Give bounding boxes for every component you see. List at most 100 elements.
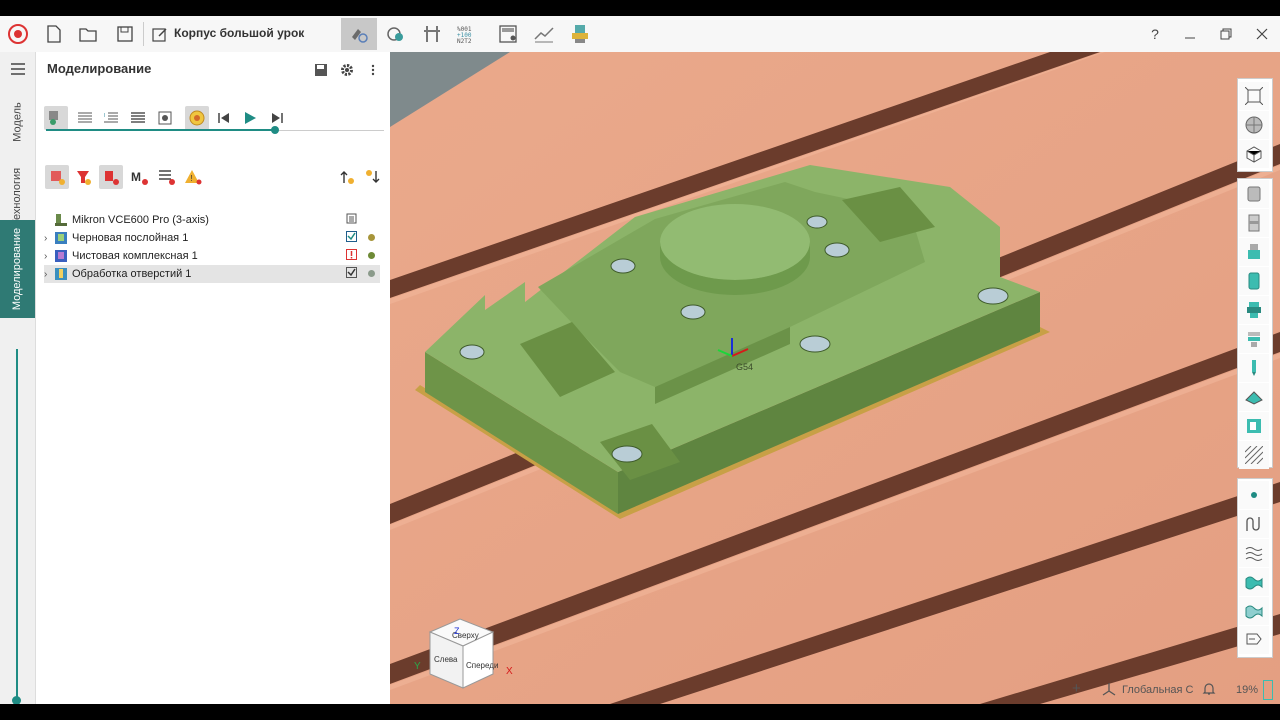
postprocess-tool-button[interactable] xyxy=(562,18,598,50)
finishing-operation-icon xyxy=(55,250,67,262)
surface-layers-icon[interactable] xyxy=(1239,539,1269,567)
m-code-icon[interactable]: M xyxy=(128,165,152,189)
help-button[interactable]: ? xyxy=(1143,22,1167,46)
sort-down-icon[interactable] xyxy=(361,165,385,189)
fixture-tool-button[interactable] xyxy=(414,18,450,50)
tree-row-operation-3[interactable]: › Обработка отверстий 1 xyxy=(44,265,380,283)
measure-tool-button[interactable] xyxy=(526,18,562,50)
gouge-check-icon[interactable] xyxy=(1239,626,1269,654)
title-bar: Корпус большой урок %001 +100 N2T2 ? xyxy=(0,16,1280,53)
tool-holder-icon[interactable] xyxy=(1239,180,1269,208)
save-icon[interactable] xyxy=(111,20,139,48)
calculator-tool-button[interactable] xyxy=(490,18,526,50)
simulation-tool-button[interactable] xyxy=(341,18,377,50)
nc-code-tool-button[interactable]: %001 +100 N2T2 xyxy=(452,18,488,50)
minimize-button[interactable] xyxy=(1178,22,1202,46)
vertical-slider-track[interactable] xyxy=(16,349,18,701)
hatch-pattern-icon[interactable] xyxy=(1239,441,1269,469)
more-options-icon[interactable] xyxy=(361,58,385,82)
operation-status-dot xyxy=(368,270,375,277)
viewcube-front[interactable]: Спереди xyxy=(466,661,498,670)
mode-select-icon[interactable] xyxy=(44,106,68,130)
holder-collision-icon[interactable] xyxy=(99,165,123,189)
sort-up-icon[interactable] xyxy=(335,165,359,189)
operation-status-dot xyxy=(368,234,375,241)
check-status-icon[interactable] xyxy=(346,231,357,242)
tree-label-operation-3: Обработка отверстий 1 xyxy=(72,268,192,280)
verify-tool-button[interactable] xyxy=(378,18,414,50)
shaded-sphere-icon[interactable] xyxy=(1239,111,1269,139)
log-list-icon[interactable] xyxy=(155,165,179,189)
orthographic-view-icon[interactable] xyxy=(1239,82,1269,110)
document-title[interactable]: Корпус большой урок xyxy=(174,26,304,40)
spindle-icon[interactable] xyxy=(1239,209,1269,237)
tool-layers-icon[interactable] xyxy=(1239,325,1269,353)
machine-view-icon[interactable] xyxy=(185,106,209,130)
operation-status-dot xyxy=(368,252,375,259)
fit-view-icon[interactable] xyxy=(153,106,177,130)
new-file-icon[interactable] xyxy=(40,20,68,48)
progress-indicator xyxy=(1263,680,1273,700)
coordinate-system-icon[interactable] xyxy=(1102,682,1116,699)
viewcube-left[interactable]: Слева xyxy=(434,655,458,664)
tool-collision-icon[interactable] xyxy=(71,165,95,189)
check-status-icon[interactable] xyxy=(346,267,357,278)
axis-z-label: Z xyxy=(454,626,460,636)
tree-label-machine: Mikron VCE600 Pro (3-axis) xyxy=(72,214,209,226)
tool-assembly-icon[interactable] xyxy=(1239,296,1269,324)
list-view-icon[interactable] xyxy=(73,106,97,130)
timeline-progress xyxy=(46,129,276,131)
tree-label-operation-2: Чистовая комплексная 1 xyxy=(72,250,198,262)
svg-text:N2T2: N2T2 xyxy=(457,38,472,45)
open-folder-icon[interactable] xyxy=(74,20,102,48)
play-icon[interactable] xyxy=(238,106,262,130)
tree-row-operation-1[interactable]: › Черновая послойная 1 xyxy=(44,229,380,247)
warning-icon[interactable]: ! xyxy=(181,165,205,189)
box-view-icon[interactable] xyxy=(1239,140,1269,168)
app-window: Корпус большой урок %001 +100 N2T2 ? Мод… xyxy=(0,16,1280,704)
flag-surface-icon[interactable] xyxy=(1239,597,1269,625)
collision-filter-icon[interactable] xyxy=(45,165,69,189)
svg-text:M: M xyxy=(131,170,141,184)
tab-simulation-label: Моделирование xyxy=(11,227,24,311)
machine-icon xyxy=(55,214,67,226)
tab-model-label: Модель xyxy=(11,102,24,142)
warning-status-icon[interactable] xyxy=(346,249,357,260)
minimize-icon xyxy=(1185,37,1195,39)
expand-chevron-icon[interactable]: › xyxy=(44,233,54,244)
vertical-slider-knob[interactable] xyxy=(12,696,21,704)
tab-model[interactable]: Модель xyxy=(0,90,35,154)
tree-row-operation-2[interactable]: › Чистовая комплексная 1 xyxy=(44,247,380,265)
fixture-icon[interactable] xyxy=(1239,412,1269,440)
3d-viewport[interactable]: G54 Сверху Слева Спереди Z Y X + Глобаль… xyxy=(390,52,1280,704)
close-button[interactable] xyxy=(1250,22,1274,46)
document-status-icon[interactable] xyxy=(346,213,357,224)
drill-icon[interactable] xyxy=(1239,354,1269,382)
notifications-bell-icon[interactable] xyxy=(1202,682,1216,699)
svg-text:!: ! xyxy=(191,174,193,183)
point-display-icon[interactable] xyxy=(1239,481,1269,509)
step-back-icon[interactable] xyxy=(212,106,236,130)
tab-simulation[interactable]: Моделирование xyxy=(0,220,35,318)
settings-gear-icon[interactable] xyxy=(335,58,359,82)
restore-icon xyxy=(1220,28,1232,40)
panel-save-icon[interactable] xyxy=(309,58,333,82)
app-logo-icon[interactable] xyxy=(4,20,32,48)
indent-list-icon[interactable] xyxy=(99,106,123,130)
stock-model-icon[interactable] xyxy=(1239,383,1269,411)
tool-cylinder-icon[interactable] xyxy=(1239,267,1269,295)
tree-row-machine[interactable]: Mikron VCE600 Pro (3-axis) xyxy=(44,211,380,229)
add-button[interactable]: + xyxy=(1072,680,1081,697)
expand-chevron-icon[interactable]: › xyxy=(44,251,54,262)
wave-surface-icon[interactable] xyxy=(1239,568,1269,596)
expand-chevron-icon[interactable]: › xyxy=(44,269,54,280)
coordinate-system-label[interactable]: Глобальная С xyxy=(1122,684,1193,696)
restore-button[interactable] xyxy=(1214,22,1238,46)
toolpath-curve-icon[interactable] xyxy=(1239,510,1269,538)
scene-canvas: G54 Сверху Слева Спереди Z Y X xyxy=(390,52,1280,704)
timeline-knob[interactable] xyxy=(271,126,279,134)
full-list-icon[interactable] xyxy=(126,106,150,130)
rename-document-icon[interactable] xyxy=(146,20,174,48)
cutter-icon[interactable] xyxy=(1239,238,1269,266)
menu-icon[interactable] xyxy=(0,58,35,80)
